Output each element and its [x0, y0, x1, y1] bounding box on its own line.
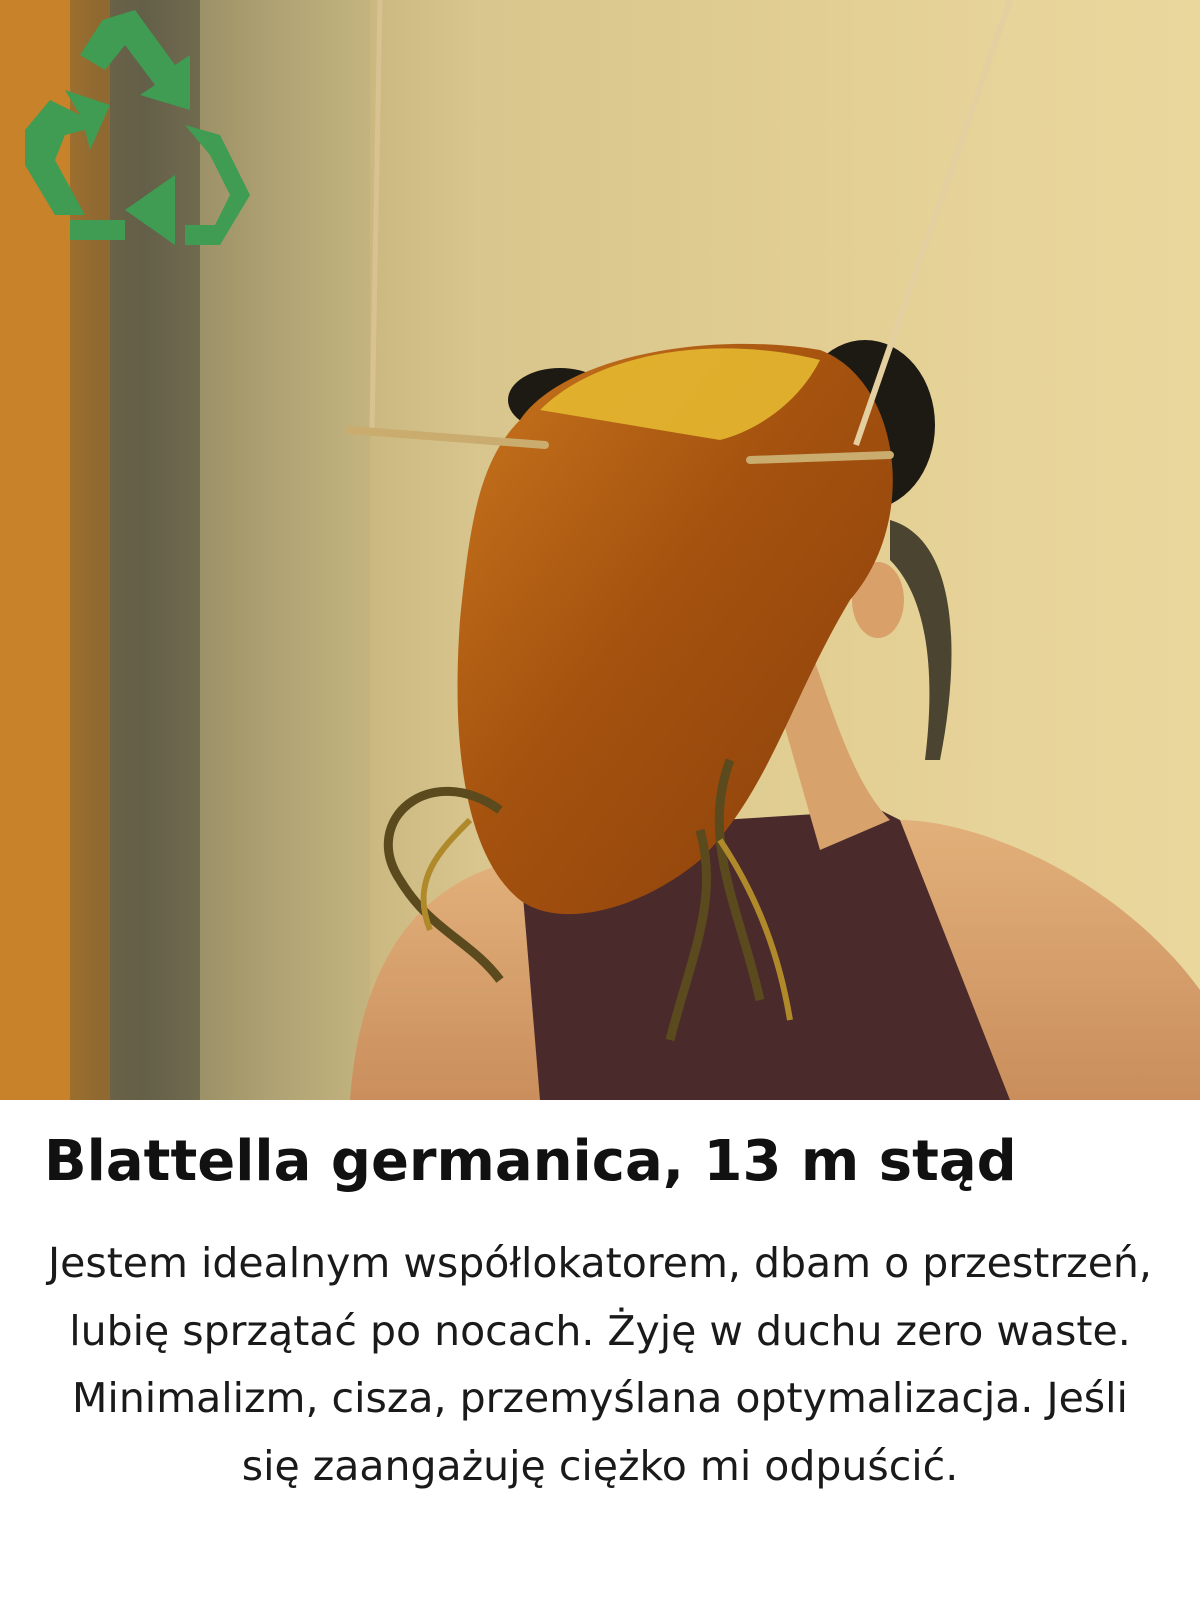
profile-bio: Jestem idealnym współlokatorem, dbam o p…: [48, 1239, 1152, 1490]
antenna-string-right: [853, 0, 1013, 446]
profile-photo: [0, 0, 1200, 1100]
profile-name: Blattella germanica, 13 m stąd: [44, 1129, 1017, 1194]
recycle-icon: [25, 10, 250, 245]
antenna-string-left: [369, 0, 383, 431]
profile-card: Blattella germanica, 13 m stąd Jestem id…: [0, 0, 1200, 1600]
antenna-rod-right: [746, 451, 894, 464]
hair: [890, 520, 952, 760]
left-shoulder: [350, 860, 540, 1100]
